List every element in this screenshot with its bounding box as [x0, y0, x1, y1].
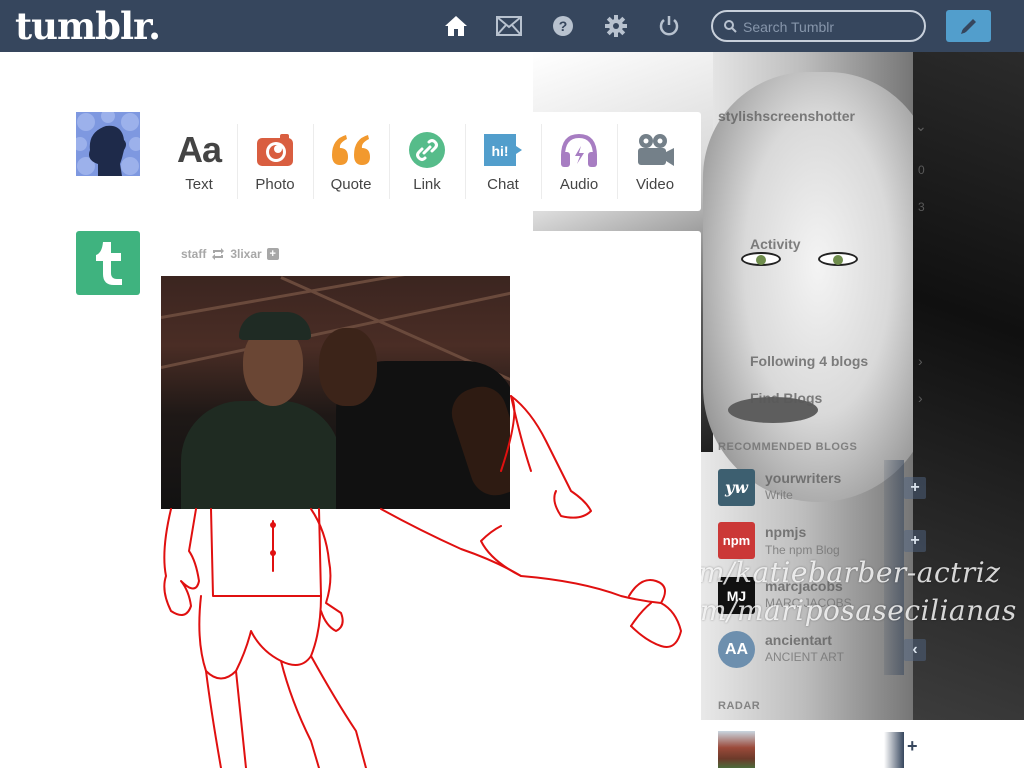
help-icon[interactable]: ? [550, 13, 576, 39]
post-type-video-button[interactable]: Video [617, 112, 693, 211]
chevron-right-icon: › [918, 390, 923, 406]
search-input[interactable] [743, 17, 918, 37]
post-type-chat-button[interactable]: hi! Chat [465, 112, 541, 211]
staff-avatar[interactable] [76, 231, 140, 295]
follow-button[interactable]: ‹ [904, 639, 926, 661]
blog-name[interactable]: ancientart [765, 632, 832, 648]
reblog-source-link[interactable]: 3lixar [230, 247, 261, 261]
search-box [711, 10, 926, 42]
blog-name[interactable]: yourwriters [765, 470, 841, 486]
text-icon: Aa [176, 129, 222, 170]
pencil-icon [960, 19, 976, 34]
post-photo[interactable] [161, 276, 510, 509]
plus-icon[interactable]: + [907, 736, 918, 757]
svg-text:hi!: hi! [491, 143, 508, 159]
sidebar-blog-name[interactable]: stylishscreenshotter [718, 108, 855, 124]
tumblr-t-icon [96, 242, 122, 285]
quote-icon [332, 135, 370, 165]
user-avatar[interactable] [76, 112, 140, 176]
blog-avatar[interactable]: yw [718, 469, 755, 506]
blog-avatar[interactable]: npm [718, 522, 755, 559]
follow-button[interactable]: + [904, 530, 926, 552]
post-type-text-button[interactable]: Aa Text [161, 112, 237, 211]
headphones-icon [561, 133, 597, 167]
followers-count: 3 [918, 200, 925, 214]
blog-subtitle: ANCIENT ART [765, 650, 844, 664]
posts-count: 0 [918, 163, 925, 177]
watermark-text: m/mariposasecilianas [700, 594, 1017, 627]
video-camera-icon [638, 134, 674, 166]
post-type-bar: Aa Text Photo Quote Link hi! Chat Audio … [161, 112, 701, 211]
post-type-link-button[interactable]: Link [389, 112, 465, 211]
watermark-text: m/katiebarber-actriz [698, 556, 1001, 589]
blog-subtitle: The npm Blog [765, 543, 840, 557]
compose-button[interactable] [946, 10, 991, 42]
plus-box-icon[interactable]: + [266, 248, 279, 260]
blog-avatar[interactable]: AA [718, 631, 755, 668]
camera-icon [257, 134, 293, 166]
post-type-photo-button[interactable]: Photo [237, 112, 313, 211]
radar-thumbnail[interactable] [718, 731, 755, 768]
sidebar-item-activity[interactable]: Activity [750, 236, 801, 252]
chat-icon: hi! [484, 134, 522, 166]
search-icon [724, 20, 737, 33]
follow-button[interactable]: + [904, 477, 926, 499]
post-type-audio-button[interactable]: Audio [541, 112, 617, 211]
blog-subtitle: Write [765, 488, 793, 502]
gear-icon[interactable] [603, 13, 629, 39]
tumblr-logo[interactable]: tumblr. [15, 4, 161, 48]
chevron-right-icon: › [918, 353, 923, 369]
sidebar-item-find-blogs[interactable]: Find Blogs [750, 390, 822, 406]
link-icon [409, 132, 445, 168]
sidebar-item-following[interactable]: Following 4 blogs [750, 353, 868, 369]
top-navigation-bar: tumblr. ? [0, 0, 1024, 52]
scrollbar-thumb[interactable] [884, 732, 904, 768]
reblog-icon [212, 248, 225, 260]
svg-text:?: ? [559, 18, 568, 34]
radar-section: + [701, 720, 1024, 768]
home-icon[interactable] [443, 13, 469, 39]
radar-heading: RADAR [718, 700, 761, 712]
post-header: staff 3lixar + [181, 247, 279, 261]
power-icon[interactable] [656, 13, 682, 39]
post-type-quote-button[interactable]: Quote [313, 112, 389, 211]
blog-name[interactable]: npmjs [765, 524, 806, 540]
post-author-link[interactable]: staff [181, 247, 206, 261]
mail-icon[interactable] [496, 13, 522, 39]
chevron-down-icon[interactable]: ⌄ [915, 118, 927, 135]
recommended-heading: RECOMMENDED BLOGS [718, 441, 858, 453]
dashboard-post: staff 3lixar + [161, 231, 701, 768]
